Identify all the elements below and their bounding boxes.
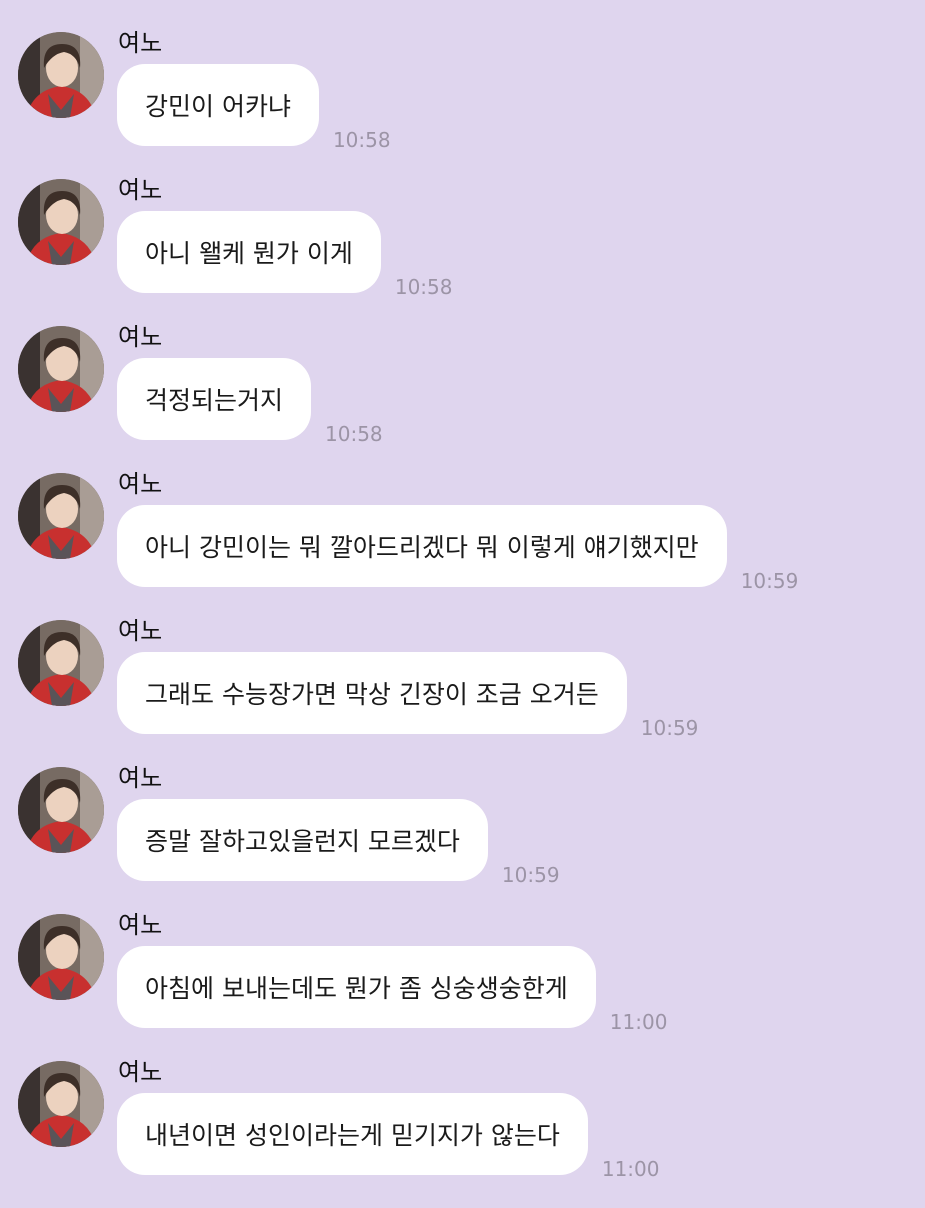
sender-name: 여노: [118, 470, 163, 498]
message-bubble[interactable]: 강민이 어카냐: [117, 64, 319, 146]
profile-photo-icon: [18, 32, 104, 118]
message-bubble[interactable]: 증말 잘하고있을런지 모르겠다: [117, 799, 488, 881]
message-time: 10:59: [501, 863, 560, 887]
message-time: 10:58: [325, 422, 383, 446]
message-row: 아니 왤케 뭔가 이게 10:58: [117, 211, 452, 299]
message-bubble[interactable]: 내년이면 성인이라는게 믿기지가 않는다: [117, 1093, 588, 1175]
message-time: 11:00: [609, 1010, 668, 1034]
profile-photo-icon: [18, 179, 104, 265]
message-bubble[interactable]: 아니 강민이는 뭐 깔아드리겠다 뭐 이렇게 얘기했지만: [117, 505, 727, 587]
sender-name: 여노: [118, 764, 163, 792]
avatar[interactable]: [18, 326, 104, 412]
profile-photo-icon: [18, 767, 104, 853]
message-item: 여노 아니 강민이는 뭐 깔아드리겠다 뭐 이렇게 얘기했지만 10:59: [0, 470, 925, 620]
message-item: 여노 그래도 수능장가면 막상 긴장이 조금 오거든 10:59: [0, 617, 925, 767]
sender-name: 여노: [118, 911, 163, 939]
message-bubble[interactable]: 걱정되는거지: [117, 358, 312, 440]
message-item: 여노 걱정되는거지 10:58: [0, 323, 925, 473]
avatar[interactable]: [18, 1061, 104, 1147]
message-time: 11:00: [601, 1157, 660, 1181]
avatar[interactable]: [18, 179, 104, 265]
message-bubble[interactable]: 그래도 수능장가면 막상 긴장이 조금 오거든: [117, 652, 627, 734]
message-bubble[interactable]: 아니 왤케 뭔가 이게: [117, 211, 381, 293]
message-item: 여노 아침에 보내는데도 뭔가 좀 싱숭생숭한게 11:00: [0, 911, 925, 1061]
profile-photo-icon: [18, 326, 104, 412]
profile-photo-icon: [18, 473, 104, 559]
message-row: 그래도 수능장가면 막상 긴장이 조금 오거든 10:59: [117, 652, 698, 740]
message-time: 10:59: [640, 716, 699, 740]
sender-name: 여노: [118, 29, 163, 57]
message-time: 10:58: [332, 128, 391, 152]
profile-photo-icon: [18, 914, 104, 1000]
message-item: 여노 강민이 어카냐 10:58: [0, 29, 925, 179]
message-row: 걱정되는거지 10:58: [117, 358, 383, 446]
sender-name: 여노: [118, 1058, 163, 1086]
avatar[interactable]: [18, 620, 104, 706]
sender-name: 여노: [118, 176, 163, 204]
message-item: 여노 증말 잘하고있을런지 모르겠다 10:59: [0, 764, 925, 914]
sender-name: 여노: [118, 617, 163, 645]
message-time: 10:58: [394, 275, 453, 299]
message-bubble[interactable]: 아침에 보내는데도 뭔가 좀 싱숭생숭한게: [117, 946, 596, 1028]
chat-messages: 여노 강민이 어카냐 10:58 여노 아니 왤케 뭔가 이게 10:58 여노…: [0, 0, 925, 1200]
message-row: 강민이 어카냐 10:58: [117, 64, 391, 152]
message-item: 여노 아니 왤케 뭔가 이게 10:58: [0, 176, 925, 326]
avatar[interactable]: [18, 914, 104, 1000]
profile-photo-icon: [18, 1061, 104, 1147]
sender-name: 여노: [118, 323, 163, 351]
avatar[interactable]: [18, 473, 104, 559]
message-row: 내년이면 성인이라는게 믿기지가 않는다 11:00: [117, 1093, 659, 1181]
avatar[interactable]: [18, 32, 104, 118]
message-item: 여노 내년이면 성인이라는게 믿기지가 않는다 11:00: [0, 1058, 925, 1208]
message-row: 아침에 보내는데도 뭔가 좀 싱숭생숭한게 11:00: [117, 946, 667, 1034]
message-row: 증말 잘하고있을런지 모르겠다 10:59: [117, 799, 560, 887]
message-time: 10:59: [740, 569, 799, 593]
message-row: 아니 강민이는 뭐 깔아드리겠다 뭐 이렇게 얘기했지만 10:59: [117, 505, 798, 593]
profile-photo-icon: [18, 620, 104, 706]
avatar[interactable]: [18, 767, 104, 853]
